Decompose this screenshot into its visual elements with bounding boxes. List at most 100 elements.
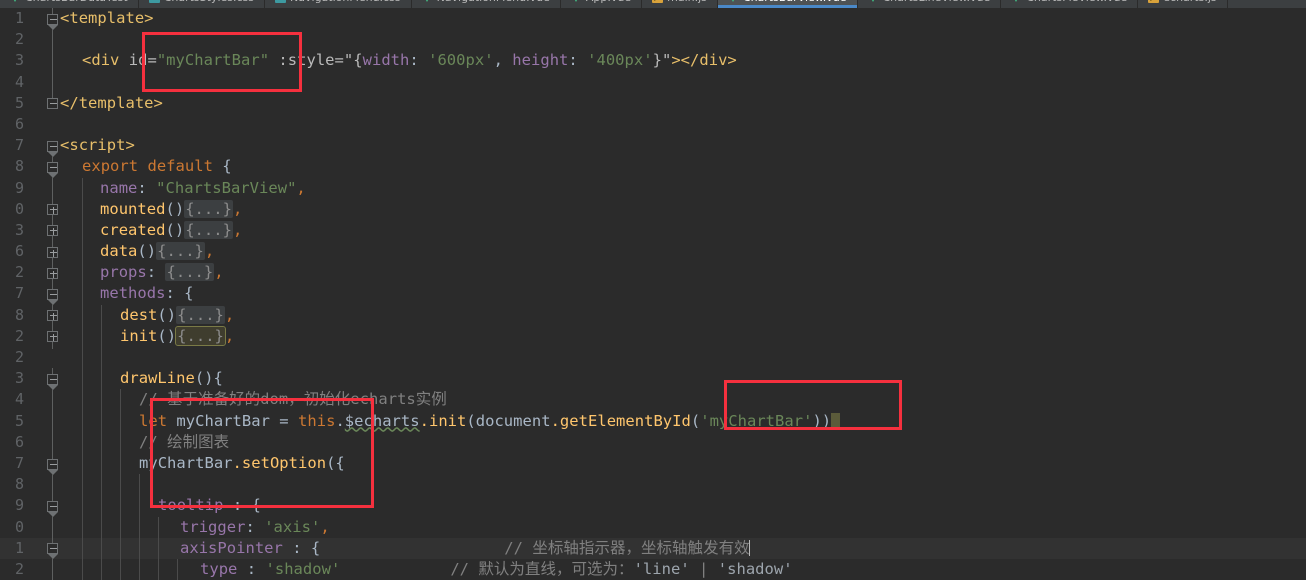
code-line[interactable]: 7 myChartBar.setOption({ — [0, 452, 1306, 477]
code-line[interactable]: 5 let myChartBar = this.$echarts.init(do… — [0, 410, 1306, 435]
tab-navigationmenu-css[interactable]: CSS NavigationMenu.css — [265, 0, 412, 8]
code-line[interactable]: 2 props: {...}, — [0, 261, 1306, 286]
fold-toggle-icon[interactable] — [47, 8, 58, 32]
code-line[interactable]: 3 created(){...}, — [0, 219, 1306, 244]
fold-expand-icon[interactable] — [47, 240, 58, 265]
code-line[interactable]: 6 data(){...}, — [0, 240, 1306, 265]
code-line[interactable]: 2 — [0, 347, 1306, 369]
fold-toggle-icon[interactable] — [47, 367, 58, 392]
code-line[interactable]: 3 <div id="myChartBar" :style="{width: '… — [0, 49, 1306, 74]
fold-toggle-icon[interactable] — [47, 283, 58, 308]
line-number: 7 — [14, 284, 24, 303]
fold-toggle-icon[interactable] — [47, 537, 58, 562]
fold-expand-icon[interactable] — [47, 198, 58, 223]
line-gutter[interactable]: 1 — [0, 8, 58, 32]
tab-chartspieview-vue[interactable]: ChartsPieView.vue — [1001, 0, 1139, 8]
fold-expand-icon[interactable] — [47, 304, 58, 329]
tab-label: NavigationMenu.css — [290, 0, 401, 4]
code-text: <script> — [60, 136, 135, 155]
code-text: type : 'shadow'// 默认为直线，可选为：'line' | 'sh… — [200, 559, 793, 578]
line-gutter[interactable]: 6 — [0, 240, 58, 265]
vue-file-icon — [867, 0, 879, 3]
line-gutter[interactable]: 0 — [0, 516, 56, 541]
line-gutter[interactable]: 6 — [0, 431, 56, 456]
fold-toggle-icon[interactable] — [47, 140, 58, 165]
code-text: tooltip : { — [158, 496, 261, 515]
line-gutter[interactable]: 3 — [0, 219, 58, 244]
folded-code-block[interactable]: {...} — [165, 263, 215, 282]
tab-chartsbardatatest[interactable]: ChartsBarDataTest — [0, 0, 139, 8]
code-line[interactable]: 8 export default { — [0, 155, 1306, 180]
line-gutter[interactable]: 0 — [0, 198, 58, 223]
code-line[interactable]: 7 methods: { — [0, 283, 1306, 308]
line-gutter[interactable]: 3 — [0, 49, 58, 74]
line-gutter[interactable]: 2 — [0, 325, 58, 350]
fold-stem — [47, 49, 58, 74]
fold-toggle-icon[interactable] — [47, 494, 58, 519]
line-gutter[interactable]: 9 — [0, 494, 58, 519]
fold-stem — [47, 71, 58, 96]
tab-navigationmenu-vue[interactable]: NavigationMenu.vue — [412, 0, 561, 8]
line-gutter[interactable]: 5 — [0, 92, 58, 114]
line-gutter[interactable]: 1 — [0, 537, 58, 562]
code-line[interactable]: 2 init(){...}, — [0, 325, 1306, 350]
fold-expand-icon[interactable] — [47, 219, 58, 244]
line-gutter[interactable]: 4 — [0, 388, 56, 413]
tab-label: main.js — [667, 0, 707, 4]
code-text: mounted(){...}, — [100, 199, 243, 218]
folded-code-block[interactable]: {...} — [184, 220, 233, 239]
tab-chartsstyles-css[interactable]: CSS ChartsStyles.css — [139, 0, 266, 8]
line-gutter[interactable]: 9 — [0, 177, 56, 202]
fold-expand-icon[interactable] — [47, 261, 58, 286]
line-gutter[interactable]: 8 — [0, 473, 56, 498]
code-editor-area[interactable]: 1 <template> 2 3 <div id="myChartBar":s… — [0, 8, 1306, 580]
fold-toggle-icon[interactable] — [47, 155, 58, 180]
tab-chartsbarview-vue[interactable]: ChartsBarView.vue — [717, 0, 858, 8]
code-line[interactable]: 2 — [0, 28, 1306, 53]
code-line-current[interactable]: 1 axisPointer : {// 坐标轴指示器，坐标轴触发有效 — [0, 537, 1306, 562]
code-line[interactable]: 8 — [0, 473, 1306, 498]
line-gutter[interactable]: 5 — [0, 410, 56, 435]
code-line[interactable]: 6 // 绘制图表 — [0, 431, 1306, 456]
line-gutter[interactable]: 7 — [0, 135, 58, 165]
line-gutter[interactable]: 7 — [0, 283, 58, 308]
code-line[interactable]: 1 <template> — [0, 8, 1306, 32]
line-gutter[interactable]: 2 — [0, 261, 58, 286]
line-gutter[interactable]: 8 — [0, 304, 58, 329]
code-line[interactable]: 8 dest(){...}, — [0, 304, 1306, 329]
tab-app-vue[interactable]: App.vue — [561, 0, 643, 8]
line-gutter[interactable]: 2 — [0, 347, 56, 368]
code-line[interactable]: 7 <script> — [0, 135, 1306, 165]
code-line[interactable]: 5 </template> — [0, 92, 1306, 114]
tab-echarts-js[interactable]: JS echarts.js — [1138, 0, 1228, 8]
fold-expand-icon[interactable] — [47, 325, 58, 350]
code-line[interactable]: 0 trigger: 'axis', — [0, 516, 1306, 541]
code-line[interactable]: 3 drawLine(){ — [0, 367, 1306, 392]
code-line[interactable]: 4 — [0, 71, 1306, 96]
line-gutter[interactable]: 2 — [0, 28, 56, 53]
code-text: <template> — [60, 9, 154, 27]
code-line[interactable]: 6 — [0, 114, 1306, 135]
line-gutter[interactable]: 6 — [0, 114, 56, 135]
line-gutter[interactable]: 7 — [0, 452, 58, 477]
code-line[interactable]: 9 tooltip : { — [0, 494, 1306, 519]
code-line[interactable]: 4 // 基于准备好的dom，初始化echarts实例 — [0, 388, 1306, 413]
fold-end-icon[interactable] — [47, 92, 58, 110]
folded-code-block-selected[interactable]: {...} — [175, 325, 226, 346]
code-line[interactable]: 0 mounted(){...}, — [0, 198, 1306, 223]
line-gutter[interactable]: 2 — [0, 558, 56, 580]
folded-code-block[interactable]: {...} — [156, 242, 205, 261]
folded-code-block[interactable]: {...} — [184, 199, 233, 218]
code-line[interactable]: 9 name: "ChartsBarView", — [0, 177, 1306, 202]
code-text: axisPointer : {// 坐标轴指示器，坐标轴触发有效 — [180, 538, 750, 557]
fold-toggle-icon[interactable] — [47, 452, 58, 477]
folded-code-block[interactable]: {...} — [176, 305, 225, 324]
code-line[interactable]: 2 type : 'shadow'// 默认为直线，可选为：'line' | '… — [0, 558, 1306, 580]
line-gutter[interactable]: 8 — [0, 155, 58, 180]
line-number: 3 — [14, 369, 24, 388]
tab-chartslineview-vue[interactable]: ChartsLineView.vue — [858, 0, 1002, 8]
line-gutter[interactable]: 4 — [0, 71, 58, 96]
line-gutter[interactable]: 3 — [0, 367, 58, 392]
tab-main-js[interactable]: JS main.js — [642, 0, 718, 8]
line-number: 8 — [14, 305, 24, 324]
